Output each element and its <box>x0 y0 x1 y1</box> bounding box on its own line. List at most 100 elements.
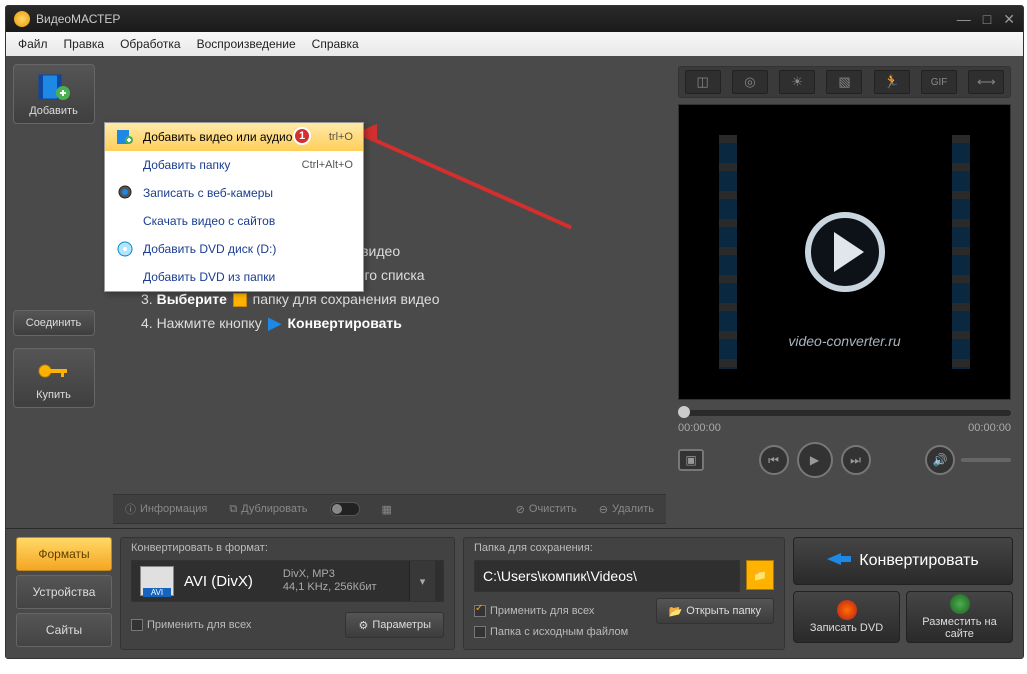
menu-help[interactable]: Справка <box>312 37 359 51</box>
next-button[interactable]: ⏭ <box>841 445 871 475</box>
text-button[interactable]: ▧ <box>826 70 862 94</box>
format-panel-title: Конвертировать в формат: <box>131 542 444 554</box>
key-icon <box>36 355 72 387</box>
grid-view-button[interactable]: ▦ <box>382 503 392 516</box>
dd-label: Записать с веб-камеры <box>143 186 353 200</box>
crop-icon: ◫ <box>696 74 708 90</box>
dd-download[interactable]: Скачать видео с сайтов <box>105 207 363 235</box>
gif-button[interactable]: GIF <box>921 70 957 94</box>
output-path-field[interactable]: C:\Users\компик\Videos\ <box>474 560 740 592</box>
volume-button[interactable]: 🔊 <box>925 445 955 475</box>
join-label: Соединить <box>14 317 94 329</box>
trim-button[interactable]: ⟷ <box>968 70 1004 94</box>
seek-handle[interactable] <box>678 406 690 418</box>
toggle-icon <box>330 502 360 516</box>
seek-bar[interactable] <box>678 410 1011 416</box>
film-strip-left <box>719 135 737 369</box>
buy-label: Купить <box>14 389 94 401</box>
add-button[interactable]: Добавить <box>13 64 95 124</box>
info-button[interactable]: ⓘИнформация <box>125 501 207 517</box>
chevron-down-icon[interactable]: ▾ <box>409 561 435 601</box>
convert-arrow-icon <box>827 550 851 573</box>
effects-button[interactable]: ◎ <box>732 70 768 94</box>
gear-icon: ⚙ <box>358 619 368 632</box>
circle-icon: ◎ <box>744 74 755 90</box>
tab-devices[interactable]: Устройства <box>16 575 112 609</box>
crop-button[interactable]: ◫ <box>685 70 721 94</box>
dd-dvd-folder[interactable]: Добавить DVD из папки <box>105 263 363 291</box>
snapshot-button[interactable]: ▣ <box>678 449 704 471</box>
add-dropdown: 1 Добавить видео или аудио trl+O Добавит… <box>104 122 364 292</box>
speaker-icon: 🔊 <box>933 453 948 467</box>
info-icon: ⓘ <box>125 501 136 517</box>
dd-add-folder[interactable]: Добавить папку Ctrl+Alt+O <box>105 151 363 179</box>
menu-process[interactable]: Обработка <box>120 37 181 51</box>
save-folder-panel: Папка для сохранения: C:\Users\компик\Vi… <box>463 537 785 650</box>
film-strip-right <box>952 135 970 369</box>
view-toggle[interactable] <box>330 502 360 516</box>
delete-button[interactable]: ⊖Удалить <box>599 503 654 516</box>
speed-button[interactable]: 🏃 <box>874 70 910 94</box>
trim-icon: ⟷ <box>977 74 996 90</box>
menu-playback[interactable]: Воспроизведение <box>197 37 296 51</box>
preview-toolbar: ◫ ◎ ☀ ▧ 🏃 GIF ⟷ <box>678 66 1011 98</box>
disc-icon <box>115 241 135 257</box>
play-overlay[interactable] <box>805 212 885 292</box>
globe-icon <box>950 594 970 614</box>
main-area: Добавить Соединить Купить 1 Добавить вид… <box>6 56 1023 528</box>
clear-icon: ⊘ <box>516 503 525 516</box>
dd-dvd-disk[interactable]: Добавить DVD диск (D:) <box>105 235 363 263</box>
list-footer-bar: ⓘИнформация ⧉Дублировать ▦ ⊘Очистить ⊖Уд… <box>113 494 666 524</box>
apply-all-format[interactable]: Применить для всех <box>131 619 251 631</box>
play-small-icon: ▶ <box>810 453 819 467</box>
clear-button[interactable]: ⊘Очистить <box>516 503 577 516</box>
dd-webcam[interactable]: Записать с веб-камеры <box>105 179 363 207</box>
publish-button[interactable]: Разместить на сайте <box>906 591 1013 643</box>
burn-dvd-button[interactable]: Записать DVD <box>793 591 900 643</box>
annotation-badge-1: 1 <box>293 127 311 145</box>
play-button[interactable]: ▶ <box>797 442 833 478</box>
maximize-button[interactable]: □ <box>983 11 991 28</box>
join-button[interactable]: Соединить <box>13 310 95 336</box>
open-folder-button[interactable]: 📂Открыть папку <box>656 598 774 624</box>
copy-icon: ⧉ <box>229 503 237 516</box>
delete-icon: ⊖ <box>599 503 608 516</box>
app-window: ВидеоМАСТЕР — □ ✕ Файл Правка Обработка … <box>5 5 1024 659</box>
menu-edit[interactable]: Правка <box>64 37 105 51</box>
tab-formats[interactable]: Форматы <box>16 537 112 571</box>
preview-panel: ◫ ◎ ☀ ▧ 🏃 GIF ⟷ video-converter.ru 00:00… <box>678 56 1023 528</box>
folder-open-icon: 📂 <box>669 605 683 618</box>
format-codec: DivX, MP3 <box>283 568 377 581</box>
menu-file[interactable]: Файл <box>18 37 48 51</box>
checkbox-checked-icon <box>474 605 486 617</box>
minimize-button[interactable]: — <box>957 11 971 28</box>
skip-back-icon: ⏮ <box>768 453 779 468</box>
dd-label: Добавить папку <box>143 158 302 172</box>
convert-button[interactable]: Конвертировать <box>793 537 1013 585</box>
dd-label: Добавить DVD из папки <box>143 270 353 284</box>
dd-shortcut: trl+O <box>329 131 353 143</box>
play-icon <box>834 232 864 272</box>
close-button[interactable]: ✕ <box>1003 11 1015 28</box>
source-folder-check[interactable]: Папка с исходным файлом <box>474 626 628 638</box>
apply-all-folder[interactable]: Применить для всех <box>474 605 594 617</box>
sun-icon: ☀ <box>791 74 803 90</box>
titlebar: ВидеоМАСТЕР — □ ✕ <box>6 6 1023 32</box>
tab-sites[interactable]: Сайты <box>16 613 112 647</box>
dd-add-video-audio[interactable]: 1 Добавить видео или аудио trl+O <box>105 123 363 151</box>
volume-slider[interactable] <box>961 458 1011 462</box>
browse-folder-button[interactable]: 📁 <box>746 560 774 590</box>
app-icon <box>14 11 30 27</box>
prev-button[interactable]: ⏮ <box>759 445 789 475</box>
folder-inline-icon <box>233 293 247 307</box>
enhance-button[interactable]: ☀ <box>779 70 815 94</box>
webcam-icon <box>115 185 135 201</box>
params-button[interactable]: ⚙Параметры <box>345 612 444 638</box>
format-selector[interactable]: AVI AVI (DivX) DivX, MP3 44,1 KHz, 256Кб… <box>131 560 444 602</box>
menubar: Файл Правка Обработка Воспроизведение Сп… <box>6 32 1023 56</box>
buy-button[interactable]: Купить <box>13 348 95 408</box>
duplicate-button[interactable]: ⧉Дублировать <box>229 503 307 516</box>
video-preview[interactable]: video-converter.ru <box>678 104 1011 400</box>
format-name: AVI (DivX) <box>184 573 253 590</box>
camera-icon: ▣ <box>685 453 696 467</box>
